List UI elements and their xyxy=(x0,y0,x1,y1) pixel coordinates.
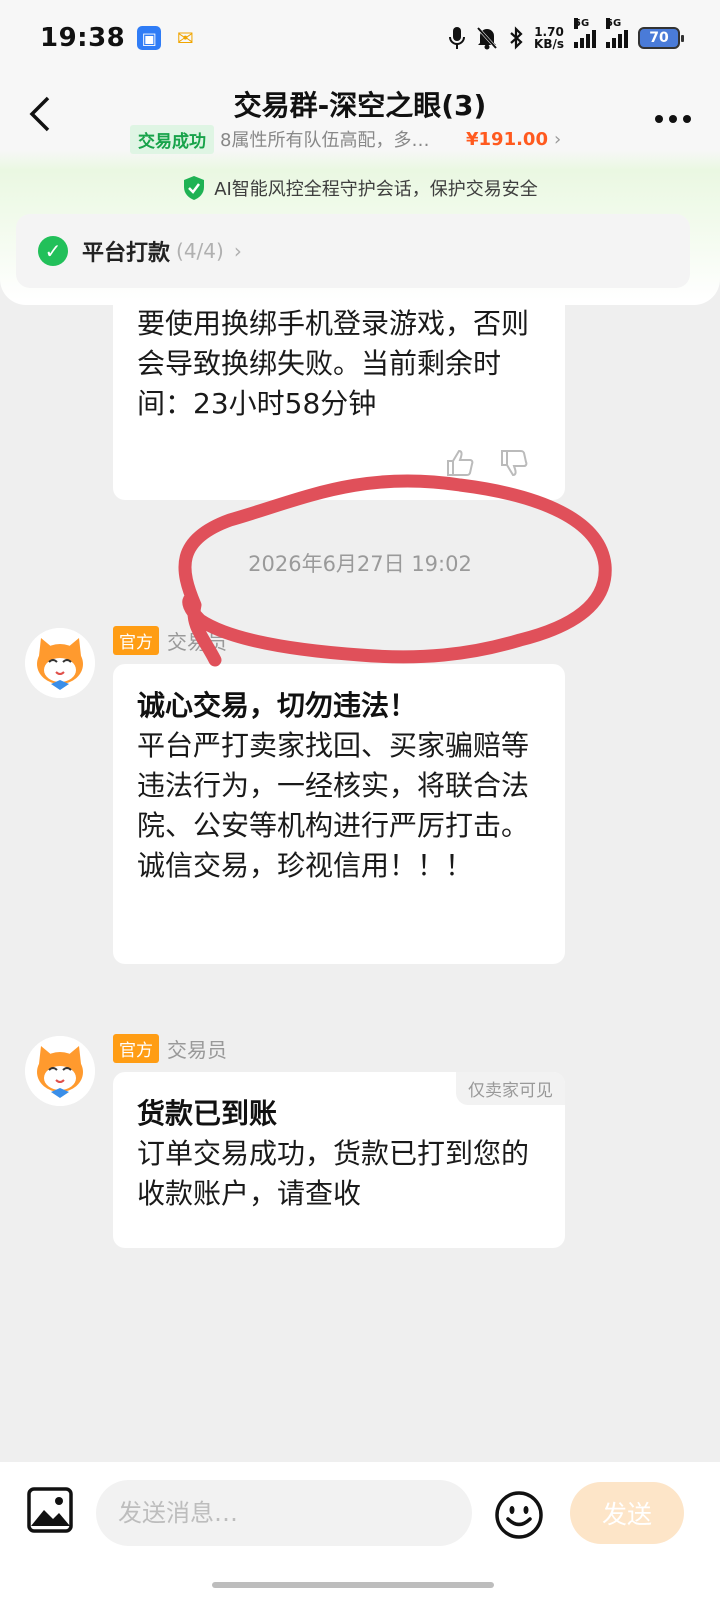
thumbs-up-icon[interactable] xyxy=(445,448,475,478)
sender-name: 交易员 xyxy=(167,1038,227,1062)
bluetooth-icon xyxy=(510,26,523,50)
send-button[interactable]: 发送 xyxy=(570,1482,684,1544)
official-badge: 官方 xyxy=(113,626,159,655)
progress-count: (4/4) xyxy=(176,239,224,263)
message-timestamp: 2026年6月27日 19:02 xyxy=(248,552,472,576)
cat-avatar-icon xyxy=(25,1036,95,1106)
deal-status-badge: 交易成功 xyxy=(130,124,214,154)
message-body: 平台严打卖家找回、买家骗赔等违法行为，一经核实，将联合法院、公安等机构进行严厉打… xyxy=(137,729,530,882)
visibility-badge: 仅卖家可见 xyxy=(456,1072,565,1105)
bell-off-icon xyxy=(476,26,498,50)
check-circle-icon: ✓ xyxy=(38,236,68,266)
feedback-buttons xyxy=(445,448,529,478)
progress-label: 平台打款 xyxy=(82,241,171,266)
home-indicator[interactable] xyxy=(212,1582,494,1588)
signal-icon: 5G xyxy=(574,18,596,48)
message-body: 订单交易成功，货款已打到您的收款账户，请查收 xyxy=(137,1137,530,1210)
deal-price: ¥191.00 xyxy=(466,128,548,150)
more-dots-icon xyxy=(655,115,691,123)
ai-banner-text: AI智能风控全程守护会话，保护交易安全 xyxy=(214,179,538,200)
ai-security-banner: AI智能风控全程守护会话，保护交易安全 xyxy=(0,168,720,208)
app-icon-blue: ▣ xyxy=(137,26,162,50)
mic-icon xyxy=(449,27,466,49)
image-picker-icon[interactable] xyxy=(26,1486,74,1534)
signal-icon-2: 5G xyxy=(606,18,628,48)
chevron-right-icon: › xyxy=(553,128,562,150)
deal-summary[interactable]: 交易成功 8属性所有队伍高配，多… ¥191.00 › xyxy=(130,124,561,154)
deal-description: 8属性所有队伍高配，多… xyxy=(220,130,430,151)
status-bar: 19:38 ▣ ✉ 1.70 KB/s 5G 5G 70 xyxy=(0,0,720,76)
more-options-button[interactable] xyxy=(654,98,692,128)
status-time: 19:38 xyxy=(40,23,126,53)
input-bar: 发送 xyxy=(0,1462,720,1600)
thumbs-down-icon[interactable] xyxy=(499,448,529,478)
battery-icon: 70 xyxy=(638,27,684,49)
sender-row: 官方 交易员 xyxy=(113,1034,227,1063)
delivery-icon: ✉ xyxy=(176,26,194,50)
message-body: 要使用换绑手机登录游戏，否则会导致换绑失败。当前剩余时间：23小时58分钟 xyxy=(137,307,530,420)
emoji-icon[interactable] xyxy=(494,1490,544,1540)
sender-name: 交易员 xyxy=(167,630,227,654)
chevron-right-icon: › xyxy=(233,239,242,263)
message-input[interactable] xyxy=(96,1480,472,1546)
message-bubble-payment: 仅卖家可见 货款已到账 订单交易成功，货款已打到您的收款账户，请查收 xyxy=(113,1072,565,1248)
nav-bar: 交易群-深空之眼(3) 交易成功 8属性所有队伍高配，多… ¥191.00 › xyxy=(0,80,720,156)
shield-check-icon xyxy=(184,176,205,200)
cat-avatar-icon xyxy=(25,628,95,698)
payment-progress-card[interactable]: ✓ 平台打款 (4/4) › xyxy=(16,214,690,288)
sender-row: 官方 交易员 xyxy=(113,626,227,655)
net-speed: 1.70 KB/s xyxy=(534,25,564,51)
page-title: 交易群-深空之眼(3) xyxy=(233,89,487,122)
message-bubble-warning: 诚心交易，切勿违法！ 平台严打卖家找回、买家骗赔等违法行为，一经核实，将联合法院… xyxy=(113,664,565,964)
avatar[interactable] xyxy=(25,1036,95,1106)
official-badge: 官方 xyxy=(113,1034,159,1063)
avatar[interactable] xyxy=(25,628,95,698)
message-title: 诚心交易，切勿违法！ xyxy=(137,689,418,722)
header-area: 19:38 ▣ ✉ 1.70 KB/s 5G 5G 70 交易群-深空之眼(3)… xyxy=(0,0,720,305)
